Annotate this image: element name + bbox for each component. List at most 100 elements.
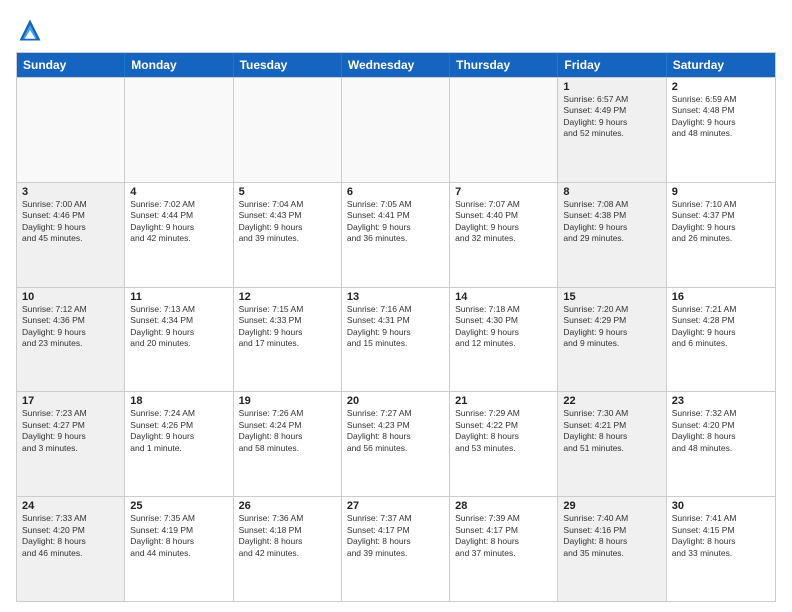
cell-detail: Sunrise: 7:35 AM Sunset: 4:19 PM Dayligh… <box>130 513 227 559</box>
page: SundayMondayTuesdayWednesdayThursdayFrid… <box>0 0 792 612</box>
calendar-body: 1Sunrise: 6:57 AM Sunset: 4:49 PM Daylig… <box>17 77 775 601</box>
day-number: 11 <box>130 291 227 303</box>
day-number: 17 <box>22 395 119 407</box>
cell-detail: Sunrise: 7:33 AM Sunset: 4:20 PM Dayligh… <box>22 513 119 559</box>
cell-detail: Sunrise: 7:24 AM Sunset: 4:26 PM Dayligh… <box>130 408 227 454</box>
day-number: 20 <box>347 395 444 407</box>
cell-detail: Sunrise: 7:32 AM Sunset: 4:20 PM Dayligh… <box>672 408 770 454</box>
calendar-row-1: 3Sunrise: 7:00 AM Sunset: 4:46 PM Daylig… <box>17 182 775 287</box>
day-cell-28: 28Sunrise: 7:39 AM Sunset: 4:17 PM Dayli… <box>450 497 558 601</box>
cell-detail: Sunrise: 7:30 AM Sunset: 4:21 PM Dayligh… <box>563 408 660 454</box>
day-cell-18: 18Sunrise: 7:24 AM Sunset: 4:26 PM Dayli… <box>125 392 233 496</box>
day-number: 14 <box>455 291 552 303</box>
day-number: 7 <box>455 186 552 198</box>
cell-detail: Sunrise: 7:29 AM Sunset: 4:22 PM Dayligh… <box>455 408 552 454</box>
empty-cell-0-3 <box>342 78 450 182</box>
day-number: 25 <box>130 500 227 512</box>
header-day-friday: Friday <box>558 53 666 77</box>
day-cell-19: 19Sunrise: 7:26 AM Sunset: 4:24 PM Dayli… <box>234 392 342 496</box>
calendar-header: SundayMondayTuesdayWednesdayThursdayFrid… <box>17 53 775 77</box>
day-cell-17: 17Sunrise: 7:23 AM Sunset: 4:27 PM Dayli… <box>17 392 125 496</box>
day-cell-7: 7Sunrise: 7:07 AM Sunset: 4:40 PM Daylig… <box>450 183 558 287</box>
day-cell-3: 3Sunrise: 7:00 AM Sunset: 4:46 PM Daylig… <box>17 183 125 287</box>
logo-icon <box>16 16 44 44</box>
day-number: 30 <box>672 500 770 512</box>
cell-detail: Sunrise: 7:10 AM Sunset: 4:37 PM Dayligh… <box>672 199 770 245</box>
cell-detail: Sunrise: 7:18 AM Sunset: 4:30 PM Dayligh… <box>455 304 552 350</box>
cell-detail: Sunrise: 7:23 AM Sunset: 4:27 PM Dayligh… <box>22 408 119 454</box>
cell-detail: Sunrise: 7:16 AM Sunset: 4:31 PM Dayligh… <box>347 304 444 350</box>
day-number: 8 <box>563 186 660 198</box>
header-day-thursday: Thursday <box>450 53 558 77</box>
calendar-row-3: 17Sunrise: 7:23 AM Sunset: 4:27 PM Dayli… <box>17 391 775 496</box>
day-cell-25: 25Sunrise: 7:35 AM Sunset: 4:19 PM Dayli… <box>125 497 233 601</box>
calendar-row-2: 10Sunrise: 7:12 AM Sunset: 4:36 PM Dayli… <box>17 287 775 392</box>
cell-detail: Sunrise: 7:07 AM Sunset: 4:40 PM Dayligh… <box>455 199 552 245</box>
header-day-saturday: Saturday <box>667 53 775 77</box>
day-number: 5 <box>239 186 336 198</box>
day-cell-11: 11Sunrise: 7:13 AM Sunset: 4:34 PM Dayli… <box>125 288 233 392</box>
day-cell-16: 16Sunrise: 7:21 AM Sunset: 4:28 PM Dayli… <box>667 288 775 392</box>
cell-detail: Sunrise: 7:21 AM Sunset: 4:28 PM Dayligh… <box>672 304 770 350</box>
day-cell-4: 4Sunrise: 7:02 AM Sunset: 4:44 PM Daylig… <box>125 183 233 287</box>
day-cell-20: 20Sunrise: 7:27 AM Sunset: 4:23 PM Dayli… <box>342 392 450 496</box>
day-cell-12: 12Sunrise: 7:15 AM Sunset: 4:33 PM Dayli… <box>234 288 342 392</box>
day-number: 6 <box>347 186 444 198</box>
day-cell-26: 26Sunrise: 7:36 AM Sunset: 4:18 PM Dayli… <box>234 497 342 601</box>
day-number: 10 <box>22 291 119 303</box>
logo <box>16 16 48 44</box>
cell-detail: Sunrise: 6:57 AM Sunset: 4:49 PM Dayligh… <box>563 94 660 140</box>
cell-detail: Sunrise: 7:02 AM Sunset: 4:44 PM Dayligh… <box>130 199 227 245</box>
empty-cell-0-1 <box>125 78 233 182</box>
day-cell-24: 24Sunrise: 7:33 AM Sunset: 4:20 PM Dayli… <box>17 497 125 601</box>
day-number: 9 <box>672 186 770 198</box>
cell-detail: Sunrise: 7:20 AM Sunset: 4:29 PM Dayligh… <box>563 304 660 350</box>
day-cell-6: 6Sunrise: 7:05 AM Sunset: 4:41 PM Daylig… <box>342 183 450 287</box>
cell-detail: Sunrise: 7:40 AM Sunset: 4:16 PM Dayligh… <box>563 513 660 559</box>
calendar: SundayMondayTuesdayWednesdayThursdayFrid… <box>16 52 776 602</box>
cell-detail: Sunrise: 6:59 AM Sunset: 4:48 PM Dayligh… <box>672 94 770 140</box>
header-day-monday: Monday <box>125 53 233 77</box>
cell-detail: Sunrise: 7:37 AM Sunset: 4:17 PM Dayligh… <box>347 513 444 559</box>
day-cell-2: 2Sunrise: 6:59 AM Sunset: 4:48 PM Daylig… <box>667 78 775 182</box>
day-number: 28 <box>455 500 552 512</box>
day-cell-15: 15Sunrise: 7:20 AM Sunset: 4:29 PM Dayli… <box>558 288 666 392</box>
calendar-row-0: 1Sunrise: 6:57 AM Sunset: 4:49 PM Daylig… <box>17 77 775 182</box>
day-cell-13: 13Sunrise: 7:16 AM Sunset: 4:31 PM Dayli… <box>342 288 450 392</box>
day-cell-1: 1Sunrise: 6:57 AM Sunset: 4:49 PM Daylig… <box>558 78 666 182</box>
day-number: 18 <box>130 395 227 407</box>
day-cell-27: 27Sunrise: 7:37 AM Sunset: 4:17 PM Dayli… <box>342 497 450 601</box>
day-number: 22 <box>563 395 660 407</box>
day-cell-21: 21Sunrise: 7:29 AM Sunset: 4:22 PM Dayli… <box>450 392 558 496</box>
day-cell-9: 9Sunrise: 7:10 AM Sunset: 4:37 PM Daylig… <box>667 183 775 287</box>
cell-detail: Sunrise: 7:12 AM Sunset: 4:36 PM Dayligh… <box>22 304 119 350</box>
day-number: 16 <box>672 291 770 303</box>
cell-detail: Sunrise: 7:26 AM Sunset: 4:24 PM Dayligh… <box>239 408 336 454</box>
header-day-sunday: Sunday <box>17 53 125 77</box>
day-cell-10: 10Sunrise: 7:12 AM Sunset: 4:36 PM Dayli… <box>17 288 125 392</box>
day-cell-29: 29Sunrise: 7:40 AM Sunset: 4:16 PM Dayli… <box>558 497 666 601</box>
header <box>16 16 776 44</box>
empty-cell-0-0 <box>17 78 125 182</box>
day-number: 29 <box>563 500 660 512</box>
day-number: 1 <box>563 81 660 93</box>
day-number: 3 <box>22 186 119 198</box>
day-number: 21 <box>455 395 552 407</box>
day-number: 26 <box>239 500 336 512</box>
day-number: 23 <box>672 395 770 407</box>
empty-cell-0-2 <box>234 78 342 182</box>
day-cell-30: 30Sunrise: 7:41 AM Sunset: 4:15 PM Dayli… <box>667 497 775 601</box>
day-number: 24 <box>22 500 119 512</box>
day-number: 4 <box>130 186 227 198</box>
day-number: 27 <box>347 500 444 512</box>
cell-detail: Sunrise: 7:27 AM Sunset: 4:23 PM Dayligh… <box>347 408 444 454</box>
day-number: 13 <box>347 291 444 303</box>
cell-detail: Sunrise: 7:08 AM Sunset: 4:38 PM Dayligh… <box>563 199 660 245</box>
day-number: 2 <box>672 81 770 93</box>
day-cell-23: 23Sunrise: 7:32 AM Sunset: 4:20 PM Dayli… <box>667 392 775 496</box>
day-cell-8: 8Sunrise: 7:08 AM Sunset: 4:38 PM Daylig… <box>558 183 666 287</box>
cell-detail: Sunrise: 7:15 AM Sunset: 4:33 PM Dayligh… <box>239 304 336 350</box>
cell-detail: Sunrise: 7:36 AM Sunset: 4:18 PM Dayligh… <box>239 513 336 559</box>
header-day-tuesday: Tuesday <box>234 53 342 77</box>
cell-detail: Sunrise: 7:13 AM Sunset: 4:34 PM Dayligh… <box>130 304 227 350</box>
